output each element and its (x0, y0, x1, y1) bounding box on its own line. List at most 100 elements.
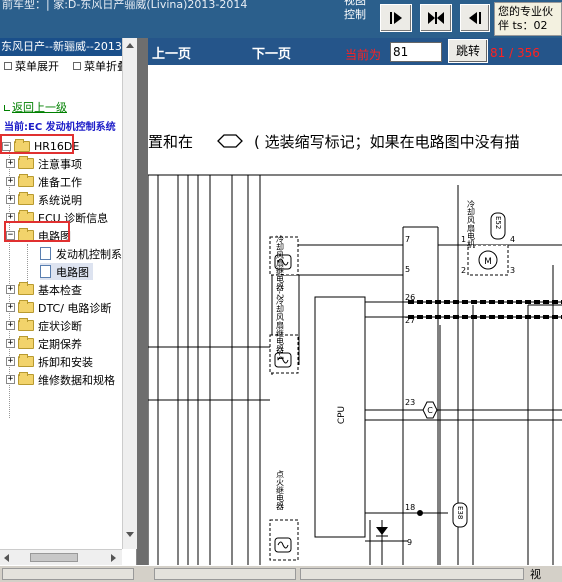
tree-item-engine-control-system[interactable]: 发动机控制系统 (40, 245, 122, 262)
folder-icon (18, 318, 34, 331)
fan-motor-code: E52 (494, 216, 502, 229)
connector-c: C (422, 401, 438, 419)
intro-text-left: 置和在 (148, 133, 193, 151)
folder-icon (18, 192, 34, 205)
back-link[interactable]: 返回上一级 (4, 99, 67, 115)
tree-item-label: 系统说明 (38, 193, 82, 207)
play-forward-button[interactable] (380, 4, 412, 32)
expand-icon (4, 62, 12, 70)
diode-icon (376, 527, 388, 537)
option-symbol-icon (217, 134, 243, 148)
taskbar-segment[interactable] (154, 568, 296, 580)
folder-icon (18, 282, 34, 295)
bottom-taskbar: 视 (0, 565, 562, 581)
expand-node-icon: + (6, 284, 15, 294)
expand-menu-label: 菜单展开 (15, 60, 59, 73)
wiring-diagram: 置和在 ( 选装缩写标记；如果在电路图中没有描 冷却风扇继电器-2 冷却风扇继电… (148, 133, 562, 565)
relay-2: 冷却风扇继电器-2 (269, 234, 299, 299)
wire-number: 18 (405, 503, 415, 512)
left-navigation-panel: 东风日产--新骊威--2013- 菜单展开 菜单折叠 返回上一级 当前:EC 发… (0, 38, 137, 565)
folder-icon (18, 354, 34, 367)
expand-node-icon: + (6, 320, 15, 330)
tree-item-label: 维修数据和规格 (38, 373, 115, 387)
connector-e38: E38 (417, 502, 468, 528)
tree-item-preparation[interactable]: + 准备工作 (6, 173, 82, 190)
back-link-label: 返回上一级 (12, 101, 67, 114)
scroll-down-icon[interactable] (126, 532, 134, 537)
pin-number: 3 (510, 266, 515, 275)
left-vertical-scrollbar[interactable] (122, 38, 137, 549)
left-horizontal-scrollbar[interactable] (0, 549, 122, 565)
expand-node-icon: + (6, 338, 15, 348)
jump-button[interactable]: 跳转 (448, 39, 488, 63)
tree-item-label: 注意事项 (38, 157, 82, 171)
cpu-label: CPU (337, 406, 347, 424)
folder-icon (18, 300, 34, 313)
scroll-right-icon[interactable] (111, 554, 116, 562)
taskbar-segment[interactable] (2, 568, 134, 580)
pane-splitter[interactable] (137, 38, 148, 579)
collapse-menu-button[interactable]: 菜单折叠 (73, 58, 128, 74)
current-system: 当前:EC 发动机控制系统 (4, 122, 116, 133)
expand-menu-button[interactable]: 菜单展开 (4, 58, 59, 74)
scroll-left-icon[interactable] (4, 554, 9, 562)
shielded-wires (408, 300, 562, 319)
next-page-button[interactable]: 下一页 (252, 43, 291, 62)
split-arrows-icon (428, 12, 444, 24)
tree-item-label: 准备工作 (38, 175, 82, 189)
expand-node-icon: + (6, 374, 15, 384)
connector-c-label: C (427, 406, 433, 415)
prev-page-button[interactable]: 上一页 (152, 43, 191, 62)
highlight-box-hr16de (0, 134, 74, 154)
pin-number: 2 (461, 266, 466, 275)
taskbar-segment[interactable] (300, 568, 524, 580)
expand-node-icon: + (6, 356, 15, 366)
tree-item-symptom-diagnosis[interactable]: + 症状诊断 (6, 317, 82, 334)
wire-number: 9 (407, 538, 412, 547)
collapse-icon (73, 62, 81, 70)
tree-item-label: 发动机控制系统 (56, 247, 122, 261)
wire-numbers: 7 5 26 27 23 18 9 1 2 4 3 (405, 235, 515, 547)
tree-item-periodic-maintenance[interactable]: + 定期保养 (6, 335, 82, 352)
tree-item-removal-installation[interactable]: + 拆卸和安装 (6, 353, 93, 370)
tree-item-wiring-diagram-page[interactable]: 电路图 (40, 263, 93, 280)
tree-item-label: 拆卸和安装 (38, 355, 93, 369)
back-icon (4, 105, 10, 111)
play-icon (390, 12, 402, 24)
folder-icon (18, 174, 34, 187)
view-label: 视 (530, 568, 541, 581)
relay-2-label: 冷却风扇继电器-2 (276, 234, 285, 299)
current-page-label: 当前为 (345, 48, 382, 62)
horizontal-scroll-thumb[interactable] (30, 553, 78, 562)
ignition-relay: 点火继电器 (269, 470, 299, 561)
current-vehicle: 前车型：| 家:D-东风日产骊威(Livina)2013-2014 (2, 0, 248, 11)
tree-item-label: DTC/ 电路诊断 (38, 301, 112, 315)
wiring-diagram-canvas: 置和在 ( 选装缩写标记；如果在电路图中没有描 冷却风扇继电器-2 冷却风扇继电… (148, 65, 562, 565)
tree-item-basic-inspection[interactable]: + 基本检查 (6, 281, 82, 298)
page-number-input[interactable]: 81 (390, 42, 442, 62)
menu-buttons: 菜单展开 菜单折叠 (0, 56, 136, 76)
scroll-up-icon[interactable] (126, 43, 134, 48)
wire-number: 23 (405, 398, 415, 407)
back-icon (469, 12, 481, 24)
tree-item-label: 症状诊断 (38, 319, 82, 333)
document-icon (40, 247, 51, 260)
relay-1: 冷却风扇继电器-1 (269, 296, 299, 374)
folder-icon (18, 372, 34, 385)
tree-item-label: 电路图 (56, 265, 89, 279)
pin-number: 4 (510, 235, 515, 244)
view-control-label: 视图控制 (344, 0, 366, 21)
ignition-relay-label: 点火继电器 (276, 470, 285, 511)
play-back-button[interactable] (460, 4, 490, 32)
top-toolbar: 前车型：| 家:D-东风日产骊威(Livina)2013-2014 视图控制 您… (0, 0, 562, 38)
tree-item-system-description[interactable]: + 系统说明 (6, 191, 82, 208)
greeting-box: 您的专业伙伴 ts：02 (494, 2, 562, 36)
tree-item-precautions[interactable]: + 注意事项 (6, 155, 82, 172)
split-view-button[interactable] (420, 4, 452, 32)
left-panel-title: 东风日产--新骊威--2013- (0, 38, 136, 56)
tree-item-service-data[interactable]: + 维修数据和规格 (6, 371, 115, 388)
pin-number: 1 (461, 235, 466, 244)
wire-number: 26 (405, 293, 415, 302)
tree-item-dtc-diagnosis[interactable]: + DTC/ 电路诊断 (6, 299, 111, 316)
page-navigation-bar: 上一页 下一页 当前为 81 跳转 81 / 356 (148, 38, 562, 65)
